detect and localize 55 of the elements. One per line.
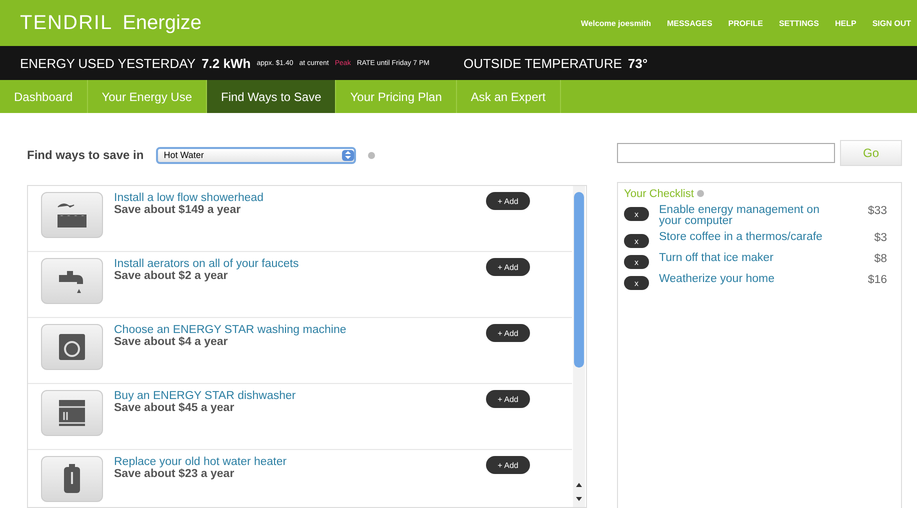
saving-amount: $8 — [874, 253, 887, 265]
help-icon[interactable] — [696, 190, 704, 197]
saving-amount: $3 — [874, 232, 887, 244]
tip-saving: Save about $2 a year — [114, 270, 229, 282]
washing-machine-icon — [58, 333, 86, 361]
tip-title[interactable]: Replace your old hot water heater — [114, 456, 475, 468]
tip-saving: Save about $23 a year — [114, 468, 236, 480]
nav-tab[interactable]: Dashboard — [0, 80, 88, 113]
scrollbar[interactable] — [572, 186, 586, 507]
tip-title[interactable]: Install aerators on all of your faucets — [114, 258, 475, 270]
nav-tab[interactable]: Find Ways to Save — [207, 80, 336, 113]
stepper-icon — [342, 150, 354, 160]
temperature-value: 73° — [628, 56, 648, 70]
header-link[interactable]: HELP — [834, 18, 856, 28]
search-field[interactable] — [617, 143, 835, 163]
help-icon[interactable] — [368, 152, 375, 158]
header-link[interactable]: SETTINGS — [778, 18, 819, 28]
showerhead-icon — [55, 201, 89, 229]
tip-saving: Save about $4 a year — [114, 336, 229, 348]
remove-button[interactable]: x — [624, 276, 649, 290]
checklist-item[interactable]: Store coffee in a thermos/carafe — [659, 232, 864, 243]
filter-label: Find ways to save in — [27, 148, 144, 162]
remove-button[interactable]: x — [624, 234, 649, 248]
usage-label: ENERGY USED YESTERDAY — [20, 56, 196, 70]
checklist-item[interactable]: Turn off that ice maker — [659, 253, 864, 264]
tip-title[interactable]: Buy an ENERGY STAR dishwasher — [114, 390, 475, 402]
dishwasher-icon — [58, 399, 86, 427]
tip-saving: Save about $45 a year — [114, 402, 236, 414]
saving-amount: $16 — [868, 274, 887, 286]
nav-tab[interactable]: Ask an Expert — [456, 80, 561, 113]
remove-button[interactable]: x — [624, 207, 649, 221]
checklist-title: Your Checklist — [624, 188, 887, 200]
tip-title[interactable]: Choose an ENERGY STAR washing machine — [114, 324, 475, 336]
water-heater-icon — [63, 464, 81, 494]
brand-logo: TENDRIL — [20, 12, 113, 34]
add-button[interactable]: + Add — [486, 258, 530, 276]
product-name: Energize — [122, 12, 202, 34]
nav-tab[interactable]: Your Pricing Plan — [336, 80, 457, 113]
checklist-item[interactable]: Enable energy management on your computer — [659, 205, 858, 227]
tip-title[interactable]: Install a low flow showerhead — [114, 192, 475, 204]
checklist-item[interactable]: Weatherize your home — [659, 274, 858, 285]
add-button[interactable]: + Add — [486, 390, 530, 408]
header-link[interactable]: MESSAGES — [666, 18, 712, 28]
header-link[interactable]: SIGN OUT — [872, 18, 911, 28]
temperature-label: OUTSIDE TEMPERATURE — [463, 56, 622, 70]
remove-button[interactable]: x — [624, 255, 649, 269]
tip-saving: Save about $149 a year — [114, 204, 242, 216]
add-button[interactable]: + Add — [486, 456, 530, 474]
header-link[interactable]: Welcome joesmith — [580, 18, 651, 28]
add-button[interactable]: + Add — [486, 192, 530, 210]
add-button[interactable]: + Add — [486, 324, 530, 342]
header-link[interactable]: PROFILE — [728, 18, 763, 28]
category-select[interactable]: Hot Water — [156, 146, 356, 164]
usage-value: 7.2 kWh — [202, 56, 251, 70]
saving-amount: $33 — [868, 205, 887, 217]
